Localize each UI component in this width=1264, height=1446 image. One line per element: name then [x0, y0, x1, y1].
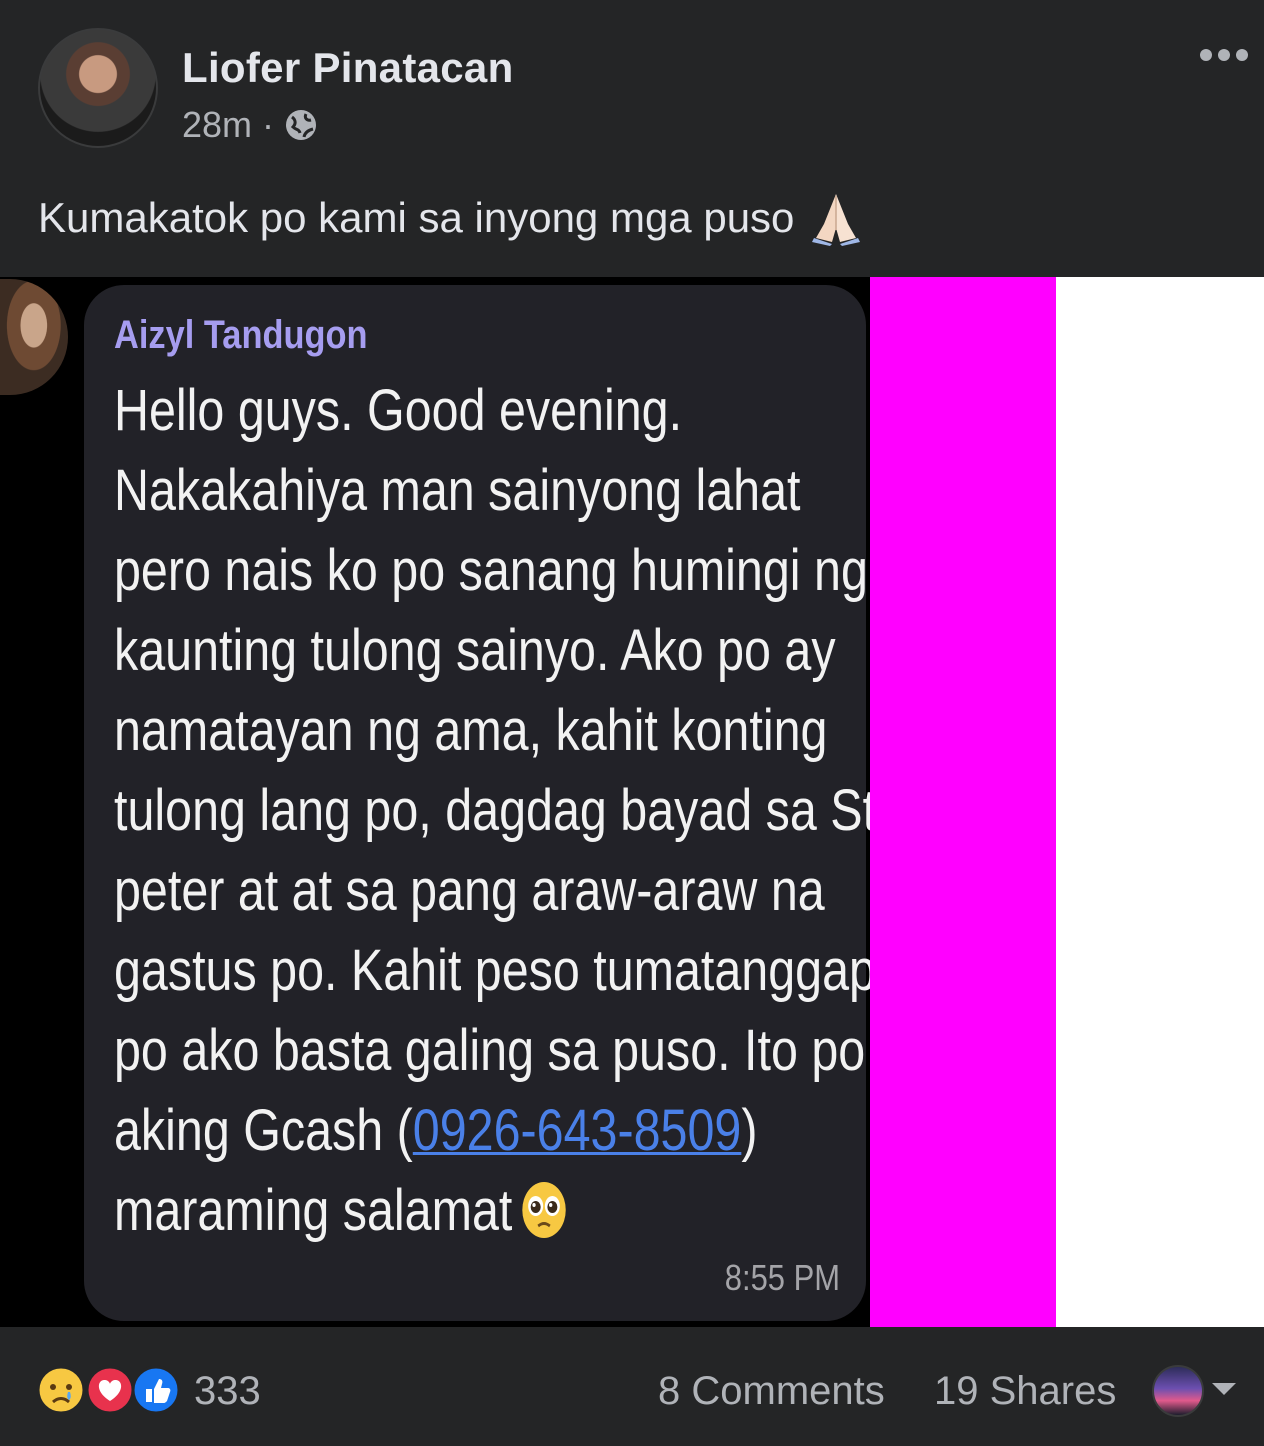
- gcash-prefix: aking Gcash (: [114, 1098, 413, 1163]
- gcash-line: aking Gcash (0926-643-8509): [114, 1091, 840, 1171]
- sad-reaction-icon: [36, 1365, 86, 1415]
- comments-count[interactable]: 8 Comments: [658, 1369, 885, 1414]
- message-line: peter at at sa pang araw-araw na: [114, 858, 825, 923]
- author-avatar[interactable]: [38, 28, 158, 148]
- message-line: po ako basta galing sa puso. Ito po: [114, 1018, 866, 1083]
- white-panel: [1056, 277, 1264, 1327]
- shares-count[interactable]: 19 Shares: [934, 1369, 1116, 1414]
- post-time[interactable]: 28m: [182, 104, 252, 146]
- message-line: pero nais ko po sanang humingi ng: [114, 538, 868, 603]
- message-line: tulong lang po, dagdag bayad sa St.: [114, 778, 890, 843]
- post-footer: 333 8 Comments 19 Shares: [0, 1327, 1264, 1446]
- love-reaction-icon: [85, 1365, 135, 1415]
- post-image[interactable]: Aizyl Tandugon Hello guys. Good evening.…: [0, 277, 1264, 1327]
- globe-icon[interactable]: [284, 108, 318, 142]
- magenta-panel: [870, 277, 1056, 1327]
- message-line: gastus po. Kahit peso tumatanggap: [114, 938, 876, 1003]
- phone-number-link: 0926-643-8509: [412, 1098, 742, 1163]
- post-meta: 28m ·: [182, 104, 318, 146]
- gcash-suffix: ): [741, 1098, 758, 1163]
- author-name[interactable]: Liofer Pinatacan: [182, 44, 514, 92]
- sender-avatar: [0, 279, 68, 395]
- message-line: namatayan ng ama, kahit konting: [114, 698, 828, 763]
- message-line: Hello guys. Good evening.: [114, 378, 683, 443]
- viewer-avatar[interactable]: [1152, 1365, 1204, 1417]
- message-line: kaunting tulong sainyo. Ako po ay: [114, 618, 836, 683]
- reaction-count[interactable]: 333: [194, 1369, 261, 1414]
- like-reaction-icon: [131, 1365, 181, 1415]
- closing-text: maraming salamat: [114, 1178, 513, 1243]
- folded-hands-icon: [812, 194, 861, 246]
- more-options-icon[interactable]: [1198, 40, 1250, 70]
- message-line: Nakakahiya man sainyong lahat: [114, 458, 801, 523]
- closing-line: maraming salamat: [114, 1171, 840, 1251]
- message-time: 8:55 PM: [724, 1257, 840, 1298]
- chevron-down-icon[interactable]: [1210, 1379, 1238, 1399]
- pleading-face-icon: [522, 1182, 566, 1238]
- post-header: Liofer Pinatacan 28m · Kumakatok po kami…: [0, 0, 1264, 246]
- caption-text: Kumakatok po kami sa inyong mga puso: [38, 194, 795, 241]
- post-caption: Kumakatok po kami sa inyong mga puso: [38, 188, 866, 248]
- reactions-summary[interactable]: [34, 1365, 184, 1415]
- message-text: Hello guys. Good evening. Nakakahiya man…: [114, 371, 890, 1251]
- message-bubble: Aizyl Tandugon Hello guys. Good evening.…: [84, 285, 890, 1321]
- meta-separator: ·: [262, 104, 275, 145]
- sender-name: Aizyl Tandugon: [114, 313, 368, 357]
